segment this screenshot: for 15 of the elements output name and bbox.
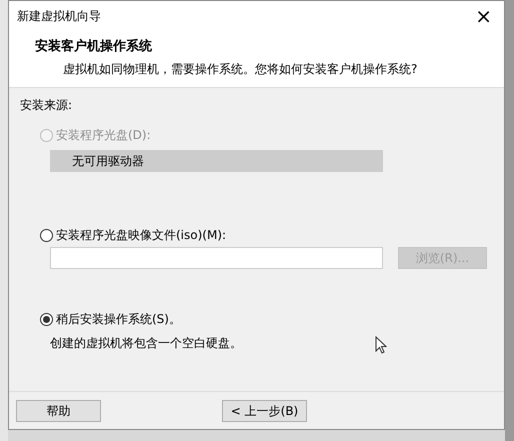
- combo-field[interactable]: [50, 247, 383, 269]
- option-label: 稍后安装操作系统(S)。: [56, 311, 181, 328]
- section-label: 安装来源:: [20, 97, 74, 114]
- window-title: 新建虚拟机向导: [17, 8, 101, 25]
- radio-button[interactable]: [40, 312, 53, 326]
- help-button[interactable]: 帮助: [16, 400, 101, 422]
- option-label: 安装程序光盘(D):: [56, 127, 151, 144]
- page-title: 安装客户机操作系统: [35, 38, 153, 56]
- page-subtitle: 虚拟机如同物理机，需要操作系统。您将如何安装客户机操作系统?: [62, 60, 418, 78]
- radio-button[interactable]: [40, 228, 53, 242]
- close-button[interactable]: ×: [469, 6, 498, 26]
- option-note: 创建的虚拟机将包含一个空白硬盘。: [50, 335, 242, 352]
- option-label: 安装程序光盘映像文件(iso)(M):: [56, 227, 226, 244]
- cursor-icon: [375, 336, 387, 354]
- back-button[interactable]: < 上一步(B): [222, 400, 307, 422]
